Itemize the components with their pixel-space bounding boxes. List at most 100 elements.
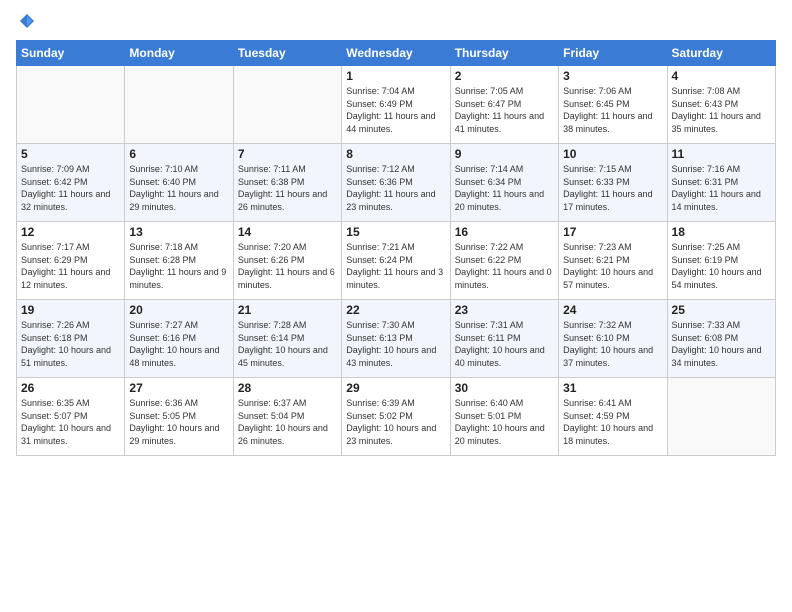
day-info: Sunrise: 7:21 AM Sunset: 6:24 PM Dayligh… xyxy=(346,241,445,291)
calendar-week-row: 12 Sunrise: 7:17 AM Sunset: 6:29 PM Dayli… xyxy=(17,222,776,300)
day-info: Sunrise: 7:15 AM Sunset: 6:33 PM Dayligh… xyxy=(563,163,662,213)
day-number: 14 xyxy=(238,225,337,239)
day-number: 7 xyxy=(238,147,337,161)
calendar-cell xyxy=(233,66,341,144)
day-number: 10 xyxy=(563,147,662,161)
day-info: Sunrise: 7:16 AM Sunset: 6:31 PM Dayligh… xyxy=(672,163,771,213)
day-number: 28 xyxy=(238,381,337,395)
col-header-friday: Friday xyxy=(559,41,667,66)
day-info: Sunrise: 7:28 AM Sunset: 6:14 PM Dayligh… xyxy=(238,319,337,369)
calendar-cell: 10 Sunrise: 7:15 AM Sunset: 6:33 PM Dayli… xyxy=(559,144,667,222)
day-number: 6 xyxy=(129,147,228,161)
day-info: Sunrise: 7:30 AM Sunset: 6:13 PM Dayligh… xyxy=(346,319,445,369)
day-info: Sunrise: 7:17 AM Sunset: 6:29 PM Dayligh… xyxy=(21,241,120,291)
day-info: Sunrise: 6:37 AM Sunset: 5:04 PM Dayligh… xyxy=(238,397,337,447)
calendar-table: SundayMondayTuesdayWednesdayThursdayFrid… xyxy=(16,40,776,456)
calendar-cell: 6Sunrise: 7:10 AM Sunset: 6:40 PM Daylig… xyxy=(125,144,233,222)
calendar-cell xyxy=(125,66,233,144)
calendar-cell: 8Sunrise: 7:12 AM Sunset: 6:36 PM Daylig… xyxy=(342,144,450,222)
calendar-cell: 22 Sunrise: 7:30 AM Sunset: 6:13 PM Dayli… xyxy=(342,300,450,378)
day-number: 26 xyxy=(21,381,120,395)
day-number: 19 xyxy=(21,303,120,317)
calendar-cell: 1 Sunrise: 7:04 AM Sunset: 6:49 PM Daylig… xyxy=(342,66,450,144)
day-number: 22 xyxy=(346,303,445,317)
day-number: 12 xyxy=(21,225,120,239)
calendar-cell: 26 Sunrise: 6:35 AM Sunset: 5:07 PM Dayli… xyxy=(17,378,125,456)
calendar-cell: 15 Sunrise: 7:21 AM Sunset: 6:24 PM Dayli… xyxy=(342,222,450,300)
day-info: Sunrise: 7:26 AM Sunset: 6:18 PM Dayligh… xyxy=(21,319,120,369)
calendar-cell: 28 Sunrise: 6:37 AM Sunset: 5:04 PM Dayli… xyxy=(233,378,341,456)
calendar-week-row: 26 Sunrise: 6:35 AM Sunset: 5:07 PM Dayli… xyxy=(17,378,776,456)
calendar-cell: 23 Sunrise: 7:31 AM Sunset: 6:11 PM Dayli… xyxy=(450,300,558,378)
day-info: Sunrise: 6:41 AM Sunset: 4:59 PM Dayligh… xyxy=(563,397,662,447)
calendar-header-row: SundayMondayTuesdayWednesdayThursdayFrid… xyxy=(17,41,776,66)
col-header-saturday: Saturday xyxy=(667,41,775,66)
day-info: Sunrise: 7:22 AM Sunset: 6:22 PM Dayligh… xyxy=(455,241,554,291)
day-number: 21 xyxy=(238,303,337,317)
day-number: 30 xyxy=(455,381,554,395)
calendar-cell: 21 Sunrise: 7:28 AM Sunset: 6:14 PM Dayli… xyxy=(233,300,341,378)
day-info: Sunrise: 7:06 AM Sunset: 6:45 PM Dayligh… xyxy=(563,85,662,135)
day-number: 15 xyxy=(346,225,445,239)
page: SundayMondayTuesdayWednesdayThursdayFrid… xyxy=(0,0,792,612)
calendar-cell xyxy=(17,66,125,144)
calendar-week-row: 5Sunrise: 7:09 AM Sunset: 6:42 PM Daylig… xyxy=(17,144,776,222)
calendar-cell: 14 Sunrise: 7:20 AM Sunset: 6:26 PM Dayli… xyxy=(233,222,341,300)
calendar-cell xyxy=(667,378,775,456)
day-number: 11 xyxy=(672,147,771,161)
day-info: Sunrise: 6:36 AM Sunset: 5:05 PM Dayligh… xyxy=(129,397,228,447)
day-info: Sunrise: 7:23 AM Sunset: 6:21 PM Dayligh… xyxy=(563,241,662,291)
day-info: Sunrise: 7:18 AM Sunset: 6:28 PM Dayligh… xyxy=(129,241,228,291)
day-info: Sunrise: 7:09 AM Sunset: 6:42 PM Dayligh… xyxy=(21,163,120,213)
calendar-cell: 13 Sunrise: 7:18 AM Sunset: 6:28 PM Dayli… xyxy=(125,222,233,300)
day-number: 3 xyxy=(563,69,662,83)
day-number: 4 xyxy=(672,69,771,83)
calendar-cell: 30 Sunrise: 6:40 AM Sunset: 5:01 PM Dayli… xyxy=(450,378,558,456)
day-number: 8 xyxy=(346,147,445,161)
day-info: Sunrise: 7:11 AM Sunset: 6:38 PM Dayligh… xyxy=(238,163,337,213)
day-number: 31 xyxy=(563,381,662,395)
day-number: 1 xyxy=(346,69,445,83)
day-number: 24 xyxy=(563,303,662,317)
col-header-thursday: Thursday xyxy=(450,41,558,66)
calendar-cell: 2 Sunrise: 7:05 AM Sunset: 6:47 PM Daylig… xyxy=(450,66,558,144)
day-info: Sunrise: 7:20 AM Sunset: 6:26 PM Dayligh… xyxy=(238,241,337,291)
day-info: Sunrise: 6:40 AM Sunset: 5:01 PM Dayligh… xyxy=(455,397,554,447)
day-number: 25 xyxy=(672,303,771,317)
calendar-cell: 27Sunrise: 6:36 AM Sunset: 5:05 PM Dayli… xyxy=(125,378,233,456)
calendar-cell: 24Sunrise: 7:32 AM Sunset: 6:10 PM Dayli… xyxy=(559,300,667,378)
calendar-week-row: 1 Sunrise: 7:04 AM Sunset: 6:49 PM Daylig… xyxy=(17,66,776,144)
day-info: Sunrise: 7:31 AM Sunset: 6:11 PM Dayligh… xyxy=(455,319,554,369)
calendar-cell: 12 Sunrise: 7:17 AM Sunset: 6:29 PM Dayli… xyxy=(17,222,125,300)
day-info: Sunrise: 7:04 AM Sunset: 6:49 PM Dayligh… xyxy=(346,85,445,135)
day-number: 2 xyxy=(455,69,554,83)
calendar-cell: 29Sunrise: 6:39 AM Sunset: 5:02 PM Dayli… xyxy=(342,378,450,456)
day-number: 18 xyxy=(672,225,771,239)
calendar-cell: 25 Sunrise: 7:33 AM Sunset: 6:08 PM Dayli… xyxy=(667,300,775,378)
day-info: Sunrise: 7:33 AM Sunset: 6:08 PM Dayligh… xyxy=(672,319,771,369)
day-info: Sunrise: 7:08 AM Sunset: 6:43 PM Dayligh… xyxy=(672,85,771,135)
day-number: 9 xyxy=(455,147,554,161)
day-number: 20 xyxy=(129,303,228,317)
calendar-cell: 31 Sunrise: 6:41 AM Sunset: 4:59 PM Dayli… xyxy=(559,378,667,456)
calendar-cell: 4 Sunrise: 7:08 AM Sunset: 6:43 PM Daylig… xyxy=(667,66,775,144)
calendar-cell: 7 Sunrise: 7:11 AM Sunset: 6:38 PM Daylig… xyxy=(233,144,341,222)
calendar-cell: 9 Sunrise: 7:14 AM Sunset: 6:34 PM Daylig… xyxy=(450,144,558,222)
col-header-sunday: Sunday xyxy=(17,41,125,66)
logo-icon xyxy=(18,12,36,30)
calendar-cell: 11 Sunrise: 7:16 AM Sunset: 6:31 PM Dayli… xyxy=(667,144,775,222)
day-info: Sunrise: 6:35 AM Sunset: 5:07 PM Dayligh… xyxy=(21,397,120,447)
calendar-week-row: 19 Sunrise: 7:26 AM Sunset: 6:18 PM Dayli… xyxy=(17,300,776,378)
day-info: Sunrise: 7:05 AM Sunset: 6:47 PM Dayligh… xyxy=(455,85,554,135)
calendar-cell: 5Sunrise: 7:09 AM Sunset: 6:42 PM Daylig… xyxy=(17,144,125,222)
calendar-cell: 18Sunrise: 7:25 AM Sunset: 6:19 PM Dayli… xyxy=(667,222,775,300)
col-header-monday: Monday xyxy=(125,41,233,66)
calendar-cell: 3 Sunrise: 7:06 AM Sunset: 6:45 PM Daylig… xyxy=(559,66,667,144)
day-info: Sunrise: 7:14 AM Sunset: 6:34 PM Dayligh… xyxy=(455,163,554,213)
day-info: Sunrise: 7:27 AM Sunset: 6:16 PM Dayligh… xyxy=(129,319,228,369)
day-number: 23 xyxy=(455,303,554,317)
col-header-tuesday: Tuesday xyxy=(233,41,341,66)
day-number: 13 xyxy=(129,225,228,239)
logo xyxy=(16,12,36,32)
calendar-cell: 17Sunrise: 7:23 AM Sunset: 6:21 PM Dayli… xyxy=(559,222,667,300)
